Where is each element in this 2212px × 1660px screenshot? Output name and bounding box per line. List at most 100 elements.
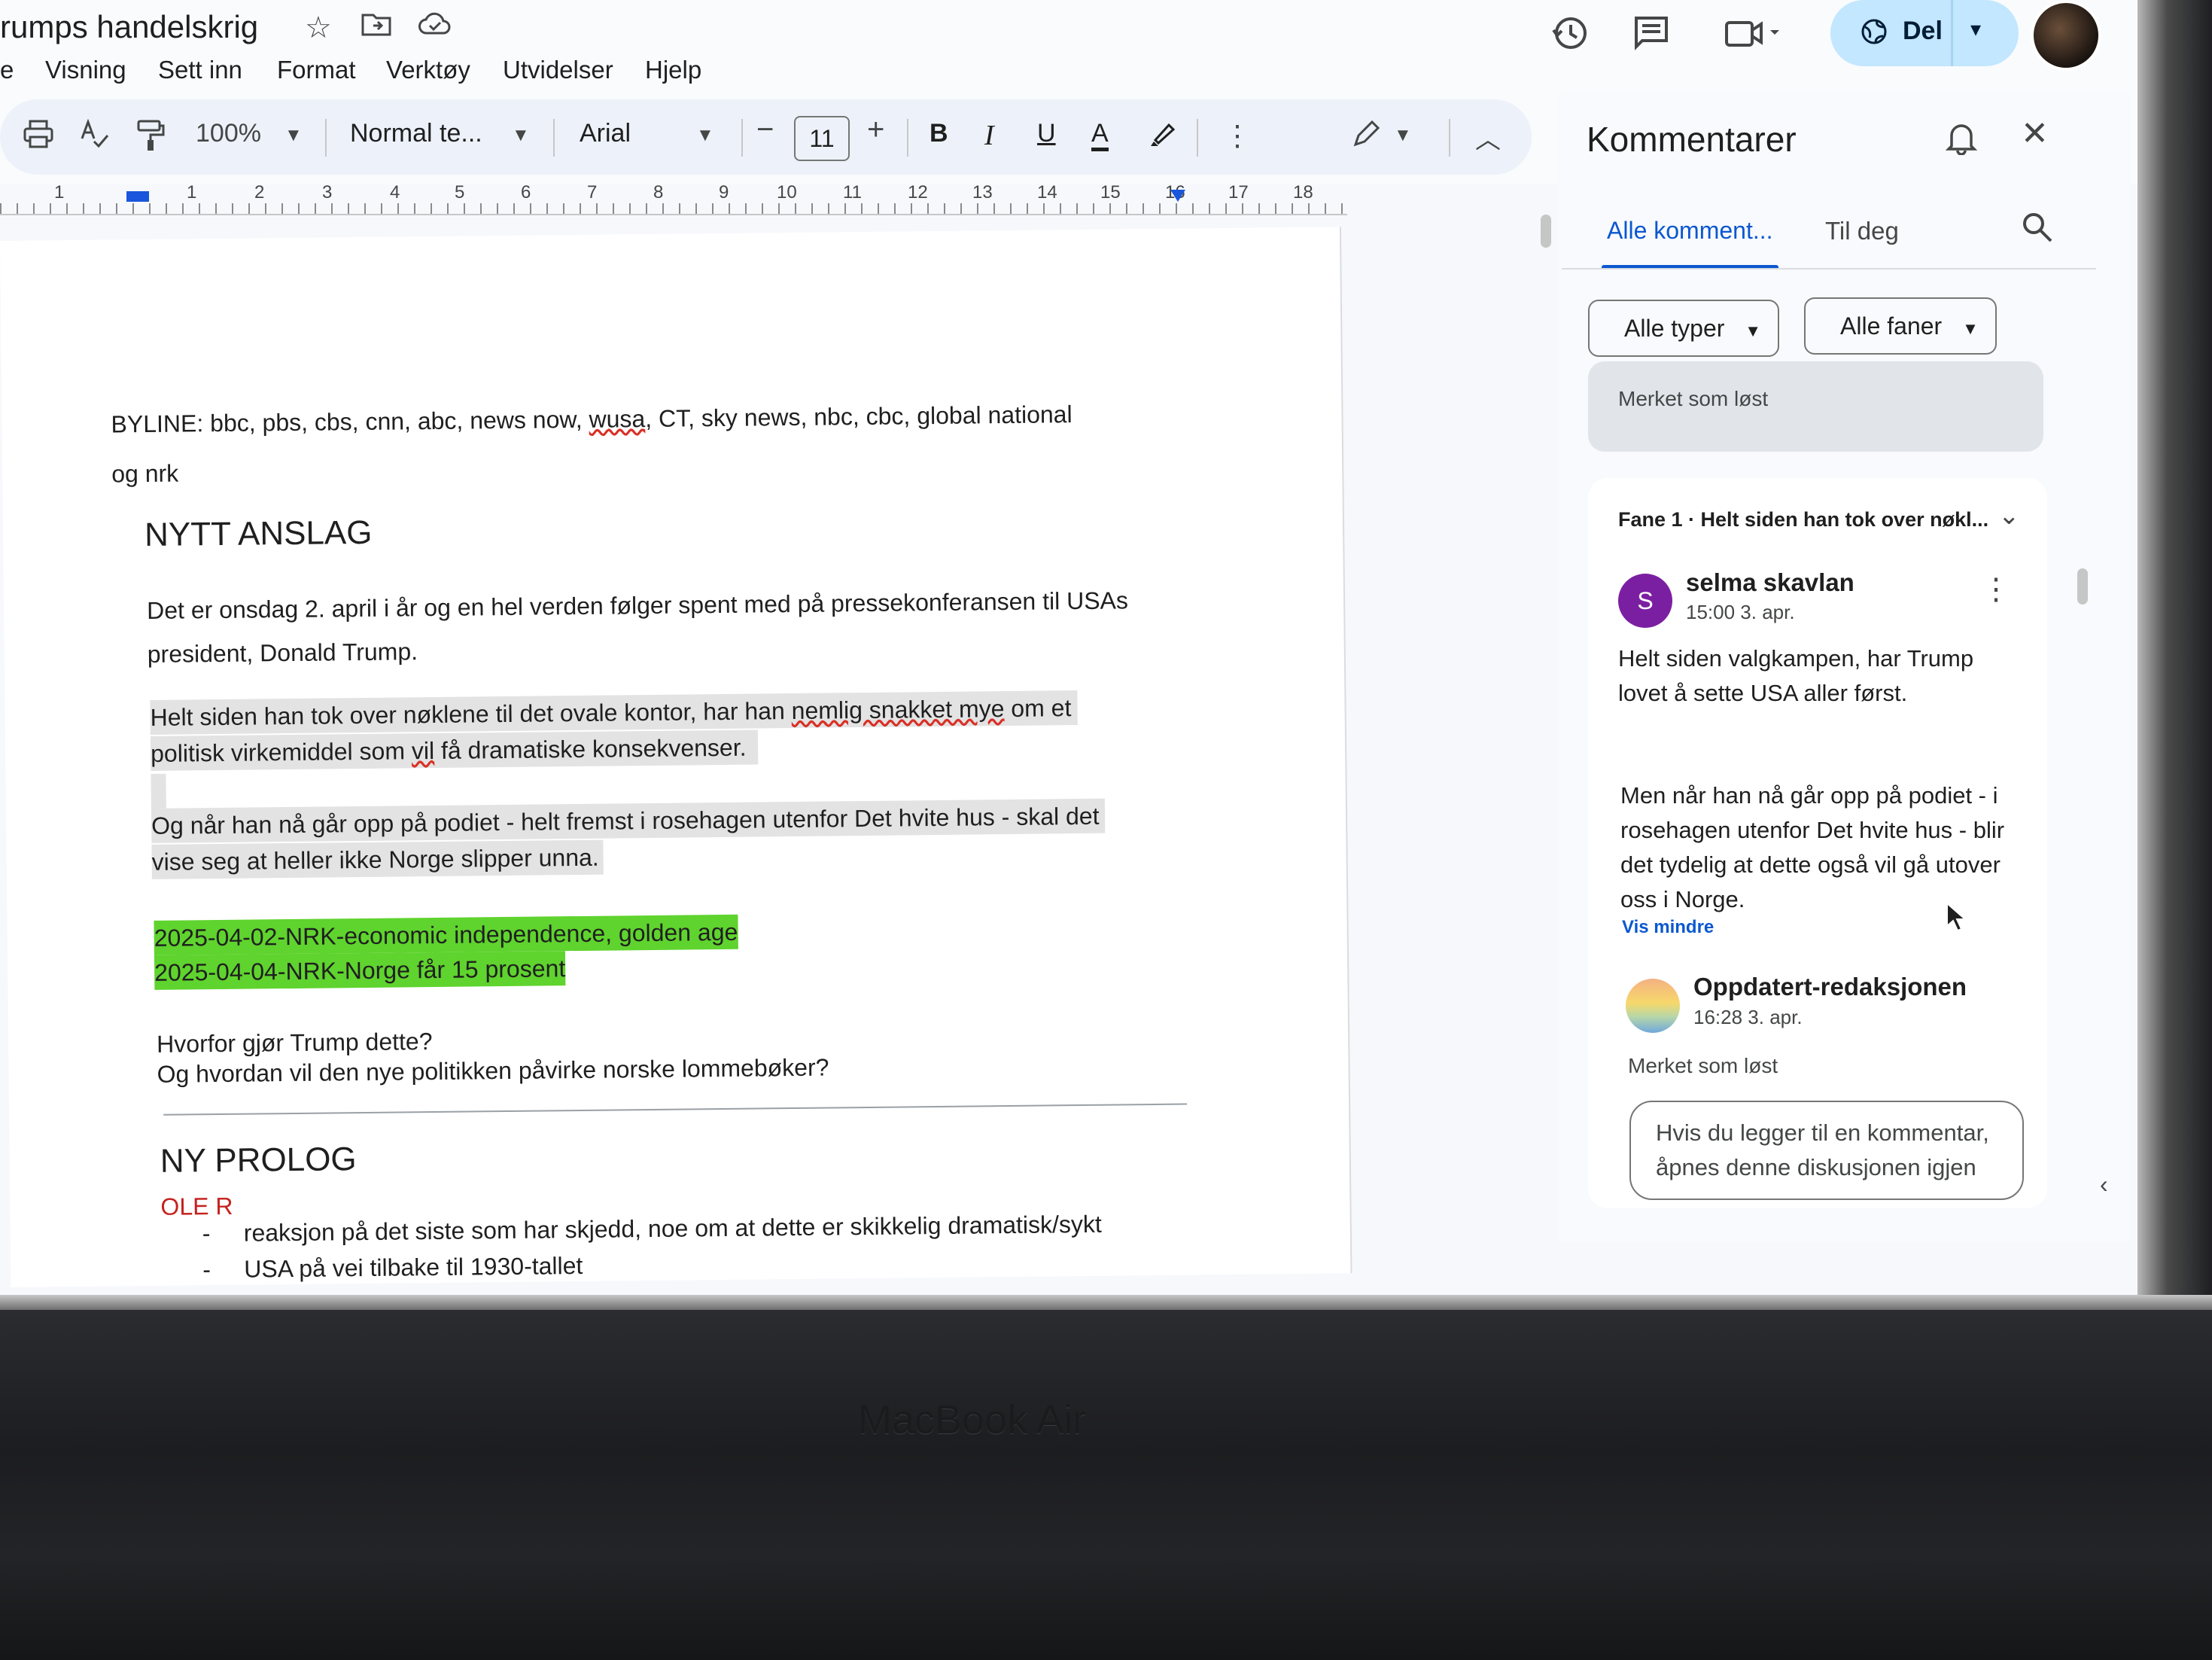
filter-label: Alle faner [1840,312,1943,340]
ruler-number: 7 [587,182,598,203]
highlighted-link[interactable]: 2025-04-02-NRK-economic independence, go… [154,914,738,955]
tab-for-you[interactable]: Til deg [1825,217,1899,245]
comment-body-line: lovet å sette USA aller først. [1618,680,1908,706]
meet-icon[interactable] [1724,14,1784,61]
bell-icon[interactable] [1945,120,1978,163]
thread-tab-reference[interactable]: Fane 1 · Helt siden han tok over nøkl... [1618,508,1988,532]
selected-paragraph[interactable]: politisk virkemiddel som vil få dramatis… [150,729,759,771]
filter-tabs-button[interactable]: Alle faner ▼ [1804,297,1997,355]
font-select[interactable]: Arial [580,119,631,148]
italic-button[interactable]: I [984,119,994,152]
collapse-icon[interactable]: ︿ [1475,119,1501,156]
bullet-item: USA på vei tilbake til 1930-tallet [244,1251,583,1283]
panel-scrollbar[interactable] [2077,568,2088,605]
mouse-cursor-icon [1946,901,1967,936]
laptop-bezel [0,1310,2212,1660]
menu-help[interactable]: Hjelp [645,56,701,84]
ruler-number: 1 [54,182,65,203]
question-line: Og hvordan vil den nye politikken påvirk… [157,1053,829,1088]
comments-icon[interactable] [1632,14,1671,61]
selected-paragraph[interactable]: Helt siden han tok over nøklene til det … [150,690,1078,735]
bullet-marker: - [202,1256,211,1284]
chevron-down-icon[interactable]: ▾ [1970,17,1981,41]
chevron-down-icon[interactable]: ⌄ [1998,501,2020,531]
chevron-down-icon[interactable]: ▼ [284,125,303,146]
heading-nytt-anslag: NYTT ANSLAG [144,513,373,554]
menu-insert[interactable]: Sett inn [158,56,242,84]
screen-bottom-edge [0,1295,2212,1310]
zoom-select[interactable]: 100% [196,119,261,148]
style-select[interactable]: Normal te... [350,119,482,148]
paragraph: president, Donald Trump. [147,638,418,668]
history-icon[interactable] [1550,14,1590,61]
user-avatar[interactable] [2031,0,2101,71]
font-size-input[interactable]: 11 [794,116,850,161]
filter-types-button[interactable]: Alle typer ▼ [1588,300,1780,357]
doc-title[interactable]: rumps handelskrig [0,9,258,45]
chevron-down-icon[interactable]: ▼ [512,125,530,146]
share-divider [1951,0,1953,66]
share-label[interactable]: Del [1903,17,1943,46]
selected-paragraph[interactable]: vise seg at heller ikke Norge slipper un… [151,839,604,879]
comment-author: Oppdatert-redaksjonen [1693,973,1967,1001]
decrease-font-size-button[interactable]: − [756,113,774,147]
more-vert-icon[interactable]: ⋮ [1981,572,2011,607]
underline-button[interactable]: U [1037,119,1056,148]
selected-text: Helt siden han tok over nøklene til det … [150,697,792,731]
comment-author: selma skavlan [1686,568,1854,596]
spellcheck-icon[interactable] [79,118,109,156]
menu-format[interactable]: Format [277,56,356,84]
close-icon[interactable]: ✕ [2021,114,2049,153]
pencil-icon[interactable] [1351,119,1381,156]
doc-scrollbar[interactable] [1541,215,1551,248]
ruler-number: 12 [908,182,928,203]
device-brand-label: MacBook Air [858,1397,1087,1442]
spelling-error[interactable]: vil [412,737,435,764]
ruler-number: 3 [322,182,333,203]
menu-tools[interactable]: Verktøy [386,56,470,84]
ruler-number: 15 [1100,182,1121,203]
comment-timestamp: 15:00 3. apr. [1686,601,1795,623]
toolbar-divider [907,119,908,157]
chevron-down-icon[interactable]: ▼ [696,125,714,146]
comment-body-line: Helt siden valgkampen, har Trump [1618,645,1974,672]
tab-all-comments[interactable]: Alle komment... [1607,217,1773,245]
bold-button[interactable]: B [930,119,948,148]
selected-paragraph[interactable]: Og når han nå går opp på podiet - helt f… [151,798,1106,843]
search-icon[interactable] [2021,211,2054,248]
menu-view[interactable]: Visning [45,56,126,84]
ruler-number: 4 [390,182,400,203]
print-icon[interactable] [23,119,54,156]
screen-right-edge [2137,0,2212,1314]
chevron-down-icon[interactable]: ▼ [1394,125,1412,146]
document-page[interactable]: BYLINE: bbc, pbs, cbs, cnn, abc, news no… [0,227,1352,1287]
comment-body-line: Men når han nå går opp på podiet - i [1620,782,1998,809]
move-folder-icon[interactable] [361,11,391,45]
spelling-error[interactable]: nemlig snakket mye [791,695,1004,724]
menu-extensions[interactable]: Utvidelser [503,56,613,84]
more-icon[interactable]: ⋮ [1223,119,1252,153]
increase-font-size-button[interactable]: + [867,113,884,147]
ruler[interactable] [0,181,1347,215]
chevron-left-icon[interactable]: ‹ [2100,1171,2133,1216]
reply-placeholder-line: åpnes denne diskusjonen igjen [1656,1154,1976,1180]
spelling-error[interactable]: wusa [589,405,645,433]
highlighter-icon[interactable] [1148,119,1178,156]
bullet-item: reaksjon på det siste som har skjedd, no… [243,1210,1103,1247]
paint-format-icon[interactable] [135,119,166,159]
resolved-status: Merket som løst [1628,1054,1778,1077]
cloud-icon[interactable] [418,11,452,45]
highlighted-link[interactable]: 2025-04-04-NRK-Norge får 15 prosent [154,951,566,990]
ruler-number: 14 [1037,182,1057,203]
panel-title: Kommentarer [1587,120,1797,159]
star-icon[interactable]: ☆ [305,11,332,45]
ruler-number: 18 [1293,182,1313,203]
menu-file[interactable]: e [0,56,14,84]
avatar [1626,979,1680,1033]
indent-marker[interactable] [126,191,149,202]
reply-placeholder: Hvis du legger til en kommentar, åpnes d… [1656,1116,1989,1185]
text-color-button[interactable]: A [1091,119,1109,151]
horizontal-rule [163,1103,1188,1116]
byline-text: , CT, sky news, nbc, cbc, global nationa… [645,401,1073,433]
show-less-link[interactable]: Vis mindre [1622,917,1714,938]
